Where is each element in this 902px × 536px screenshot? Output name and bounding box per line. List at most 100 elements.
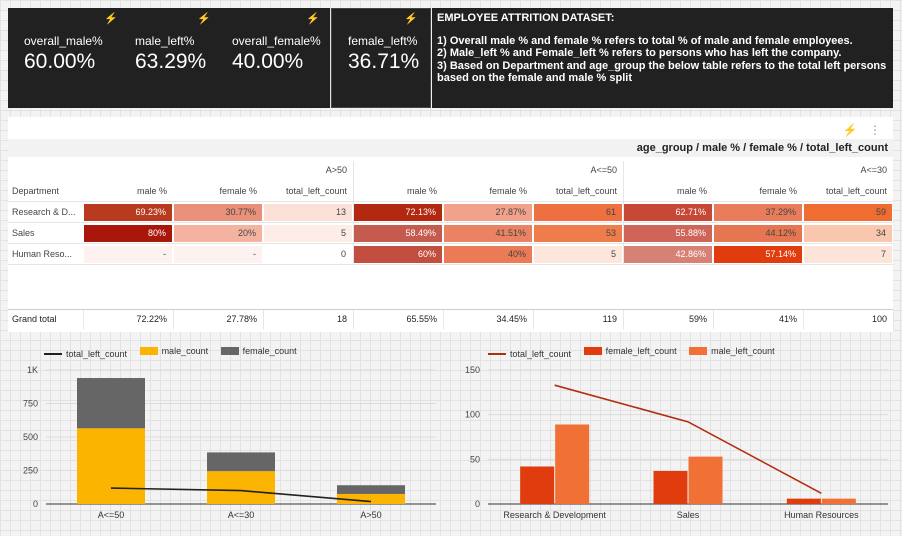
grand-total-cell: 18 bbox=[336, 314, 347, 324]
pivot-cell: 27.87% bbox=[444, 204, 532, 221]
kpi-value: 36.71% bbox=[348, 50, 420, 73]
y-tick-label: 0 bbox=[475, 499, 480, 509]
pivot-column-header[interactable]: female % bbox=[443, 182, 533, 201]
bolt-icon[interactable]: ⚡ bbox=[843, 123, 858, 137]
pivot-column-header[interactable]: total_left_count bbox=[533, 182, 623, 201]
legend-label: female_left_count bbox=[605, 346, 677, 356]
department-chart-legend: total_left_count female_left_count male_… bbox=[488, 346, 785, 359]
pivot-header-divider bbox=[8, 201, 893, 202]
legend-label: female_count bbox=[242, 346, 297, 356]
more-vert-icon[interactable]: ⋮ bbox=[869, 123, 881, 137]
bar-male-count bbox=[77, 428, 145, 504]
y-tick-label: 1K bbox=[27, 365, 38, 375]
pivot-cell: 5 bbox=[534, 246, 622, 263]
notes-panel: EMPLOYEE ATTRITION DATASET: 1) Overall m… bbox=[432, 8, 893, 108]
legend-swatch bbox=[220, 347, 239, 355]
pivot-cell: 34 bbox=[804, 225, 892, 242]
pivot-cell: 61 bbox=[534, 204, 622, 221]
x-tick-label: A<=30 bbox=[228, 510, 255, 520]
legend-swatch bbox=[139, 347, 158, 355]
notes-title: EMPLOYEE ATTRITION DATASET: bbox=[437, 12, 615, 24]
grand-total-cell: 27.78% bbox=[226, 314, 257, 324]
legend-line-swatch bbox=[44, 353, 62, 355]
pivot-row-divider bbox=[8, 222, 893, 223]
pivot-row-divider bbox=[8, 243, 893, 244]
y-tick-label: 250 bbox=[23, 466, 38, 476]
pivot-row-label[interactable]: Sales bbox=[8, 224, 83, 243]
pivot-cell: 37.29% bbox=[714, 204, 802, 221]
legend-item[interactable]: male_left_count bbox=[689, 346, 775, 356]
pivot-cell: 44.12% bbox=[714, 225, 802, 242]
legend-label: total_left_count bbox=[66, 349, 128, 359]
bar-female-left-count bbox=[786, 498, 821, 504]
pivot-total-col-divider bbox=[893, 310, 894, 329]
pivot-total-col-divider bbox=[173, 310, 174, 329]
pivot-row-label[interactable]: Human Reso... bbox=[8, 245, 83, 264]
pivot-cell: 58.49% bbox=[354, 225, 442, 242]
legend-item[interactable]: male_count bbox=[139, 346, 209, 356]
pivot-cell: 53 bbox=[534, 225, 622, 242]
pivot-cell: 69.23% bbox=[84, 204, 172, 221]
grand-total-cell: 34.45% bbox=[496, 314, 527, 324]
pivot-cell: 20% bbox=[174, 225, 262, 242]
pivot-cell: 7 bbox=[804, 246, 892, 263]
bar-female-left-count bbox=[653, 470, 688, 504]
legend-label: male_count bbox=[161, 346, 209, 356]
grand-total-cell: 65.55% bbox=[406, 314, 437, 324]
x-tick-label: Research & Development bbox=[503, 510, 606, 520]
kpi-label: overall_female% bbox=[232, 34, 321, 48]
pivot-cell: 41.51% bbox=[444, 225, 532, 242]
pivot-row-divider bbox=[8, 264, 893, 265]
kpi-label: overall_male% bbox=[24, 34, 103, 48]
kpi-label: female_left% bbox=[348, 34, 418, 48]
pivot-cell: 60% bbox=[354, 246, 442, 263]
pivot-column-header[interactable]: total_left_count bbox=[263, 182, 353, 201]
grand-total-cell: 119 bbox=[602, 314, 617, 324]
pivot-column-header[interactable]: male % bbox=[623, 182, 713, 201]
line-total-left-count bbox=[554, 384, 822, 494]
pivot-row-label[interactable]: Research & D... bbox=[8, 203, 83, 222]
pivot-total-col-divider bbox=[353, 310, 354, 329]
pivot-column-header[interactable]: male % bbox=[353, 182, 443, 201]
bar-male-left-count bbox=[688, 456, 723, 504]
pivot-cell: 62.71% bbox=[624, 204, 712, 221]
legend-item[interactable]: total_left_count bbox=[44, 349, 127, 359]
table-toolbar: ⚡ ⋮ bbox=[843, 123, 881, 137]
legend-item[interactable]: female_count bbox=[220, 346, 297, 356]
notes-line: 2) Male_left % and Female_left % refers … bbox=[437, 47, 842, 59]
age-group-chart-legend: total_left_count male_count female_count bbox=[44, 346, 307, 359]
pivot-cell: 55.88% bbox=[624, 225, 712, 242]
legend-swatch bbox=[689, 347, 708, 355]
bolt-icon: ⚡ bbox=[104, 13, 118, 25]
pivot-table-panel: ⚡ ⋮ age_group / male % / female % / tota… bbox=[8, 117, 894, 332]
bar-female-count bbox=[77, 378, 145, 429]
pivot-column-header[interactable]: male % bbox=[83, 182, 173, 201]
pivot-cell: 13 bbox=[264, 204, 352, 221]
bar-male-count bbox=[207, 471, 275, 504]
pivot-total-col-divider bbox=[83, 310, 84, 329]
grand-total-cell: 100 bbox=[871, 314, 887, 324]
pivot-cell: 42.86% bbox=[624, 246, 712, 263]
y-tick-label: 150 bbox=[465, 365, 480, 375]
pivot-column-header[interactable]: female % bbox=[173, 182, 263, 201]
pivot-cell: 57.14% bbox=[714, 246, 802, 263]
pivot-cell: 59 bbox=[804, 204, 892, 221]
pivot-cell: 5 bbox=[264, 225, 352, 242]
kpi-value: 60.00% bbox=[24, 50, 96, 73]
pivot-column-header[interactable]: female % bbox=[713, 182, 803, 201]
pivot-group-header: A>50 bbox=[325, 165, 347, 175]
bar-male-left-count bbox=[821, 498, 856, 504]
bar-female-count bbox=[207, 452, 275, 472]
pivot-row-header: Department bbox=[12, 186, 60, 196]
pivot-group-header: A<=50 bbox=[590, 165, 617, 175]
x-tick-label: Sales bbox=[677, 510, 700, 520]
bar-female-count bbox=[337, 485, 405, 494]
pivot-total-col-divider bbox=[443, 310, 444, 329]
x-tick-label: A<=50 bbox=[98, 510, 125, 520]
legend-label: total_left_count bbox=[510, 349, 572, 359]
legend-item[interactable]: female_left_count bbox=[583, 346, 677, 356]
pivot-cell: 80% bbox=[84, 225, 172, 242]
legend-item[interactable]: total_left_count bbox=[488, 349, 571, 359]
grand-total-cell: 59% bbox=[688, 314, 707, 324]
pivot-column-header[interactable]: total_left_count bbox=[803, 182, 893, 201]
